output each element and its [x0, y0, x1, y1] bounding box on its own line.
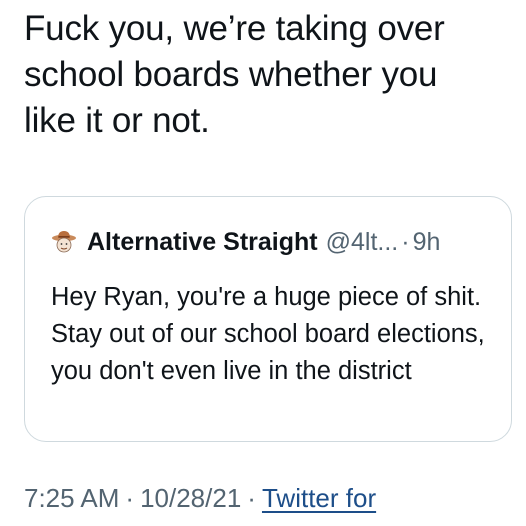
quoted-tweet-time[interactable]: 9h — [413, 228, 441, 257]
quoted-tweet-header: Alternative Straight @4lt... · 9h — [51, 225, 440, 259]
meta-separator: · — [247, 482, 256, 513]
tweet-time[interactable]: 7:25 AM — [24, 483, 119, 514]
tweet-text: Fuck you, we’re taking over school board… — [24, 9, 445, 140]
tweet-metadata: 7:25 AM · 10/28/21 · Twitter for — [24, 478, 376, 518]
header-separator: · — [401, 227, 410, 256]
tweet-source-link[interactable]: Twitter for — [262, 483, 376, 514]
tweet-date[interactable]: 10/28/21 — [140, 483, 241, 514]
cowboy-hat-avatar-icon[interactable] — [51, 229, 77, 255]
quoted-author-name[interactable]: Alternative Straight — [87, 228, 318, 257]
quoted-tweet-text: Hey Ryan, you're a huge piece of shit. S… — [51, 283, 485, 385]
meta-separator: · — [125, 482, 135, 513]
quoted-author-handle[interactable]: @4lt... — [326, 228, 399, 257]
quoted-tweet-card[interactable]: Alternative Straight @4lt... · 9h Hey Ry… — [24, 196, 512, 442]
